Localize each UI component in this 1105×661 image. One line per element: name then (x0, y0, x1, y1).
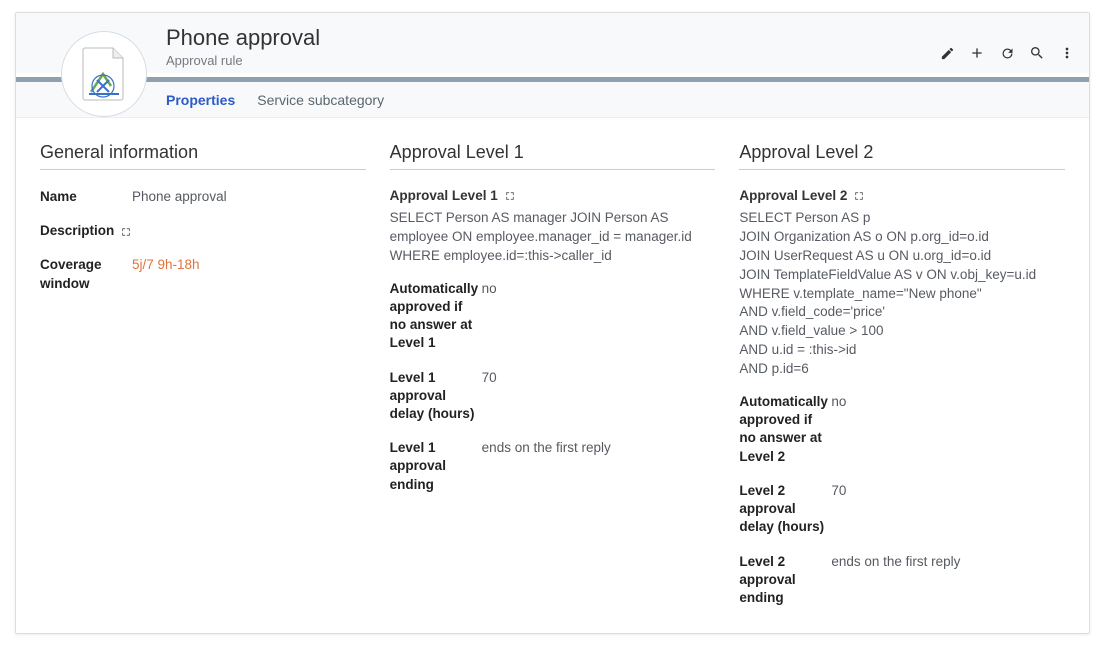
page-title: Phone approval (166, 25, 1069, 51)
level1-query-label: Approval Level 1 (390, 188, 716, 203)
general-info-section: General information Name Phone approval … (40, 142, 366, 623)
section-heading-general: General information (40, 142, 366, 170)
add-button[interactable] (969, 45, 985, 61)
label-level2-ending: Level 2 approval ending (739, 553, 831, 608)
pencil-icon (940, 46, 955, 61)
field-level2-ending: Level 2 approval ending ends on the firs… (739, 553, 1065, 608)
tabs: Properties Service subcategory (16, 82, 1089, 118)
section-heading-level2: Approval Level 2 (739, 142, 1065, 170)
label-level2-auto: Automatically approved if no answer at L… (739, 393, 831, 466)
label-level1-delay: Level 1 approval delay (hours) (390, 369, 482, 424)
tab-service-subcategory[interactable]: Service subcategory (257, 84, 384, 116)
plus-icon (969, 45, 985, 61)
level2-query: SELECT Person AS pJOIN Organization AS o… (739, 209, 1065, 379)
field-level1-ending: Level 1 approval ending ends on the firs… (390, 439, 716, 494)
value-level2-auto: no (831, 393, 1065, 411)
level2-query-label: Approval Level 2 (739, 188, 1065, 203)
expand-icon[interactable] (505, 191, 515, 201)
value-level1-ending: ends on the first reply (482, 439, 716, 457)
content-area: General information Name Phone approval … (16, 118, 1089, 634)
value-level2-ending: ends on the first reply (831, 553, 1065, 571)
field-description: Description (40, 222, 366, 240)
value-coverage[interactable]: 5j/7 9h-18h (132, 256, 366, 274)
field-level1-delay: Level 1 approval delay (hours) 70 (390, 369, 716, 424)
label-description: Description (40, 222, 132, 240)
level2-section: Approval Level 2 Approval Level 2 SELECT… (739, 142, 1065, 623)
page-subtitle: Approval rule (166, 53, 1069, 68)
refresh-button[interactable] (999, 45, 1015, 61)
details-panel: Phone approval Approval rule (15, 12, 1090, 634)
search-icon (1029, 45, 1045, 61)
expand-icon[interactable] (121, 227, 131, 237)
edit-button[interactable] (939, 45, 955, 61)
label-level1-auto: Automatically approved if no answer at L… (390, 280, 482, 353)
document-icon (81, 46, 127, 102)
search-button[interactable] (1029, 45, 1045, 61)
label-coverage: Coverage window (40, 256, 132, 292)
field-level2-delay: Level 2 approval delay (hours) 70 (739, 482, 1065, 537)
toolbar (939, 45, 1075, 61)
label-name: Name (40, 188, 132, 206)
header: Phone approval Approval rule (16, 13, 1089, 73)
field-name: Name Phone approval (40, 188, 366, 206)
more-button[interactable] (1059, 45, 1075, 61)
field-level2-auto: Automatically approved if no answer at L… (739, 393, 1065, 466)
value-level1-auto: no (482, 280, 716, 298)
field-level1-auto: Automatically approved if no answer at L… (390, 280, 716, 353)
label-level1-ending: Level 1 approval ending (390, 439, 482, 494)
value-level1-delay: 70 (482, 369, 716, 387)
field-coverage: Coverage window 5j/7 9h-18h (40, 256, 366, 292)
more-vert-icon (1059, 45, 1075, 61)
refresh-icon (1000, 46, 1015, 61)
tab-properties[interactable]: Properties (166, 84, 235, 116)
level1-query: SELECT Person AS manager JOIN Person AS … (390, 209, 716, 266)
value-name: Phone approval (132, 188, 366, 206)
label-level2-delay: Level 2 approval delay (hours) (739, 482, 831, 537)
object-icon-avatar (61, 31, 147, 117)
level1-section: Approval Level 1 Approval Level 1 SELECT… (390, 142, 716, 623)
section-heading-level1: Approval Level 1 (390, 142, 716, 170)
expand-icon[interactable] (854, 191, 864, 201)
value-level2-delay: 70 (831, 482, 1065, 500)
